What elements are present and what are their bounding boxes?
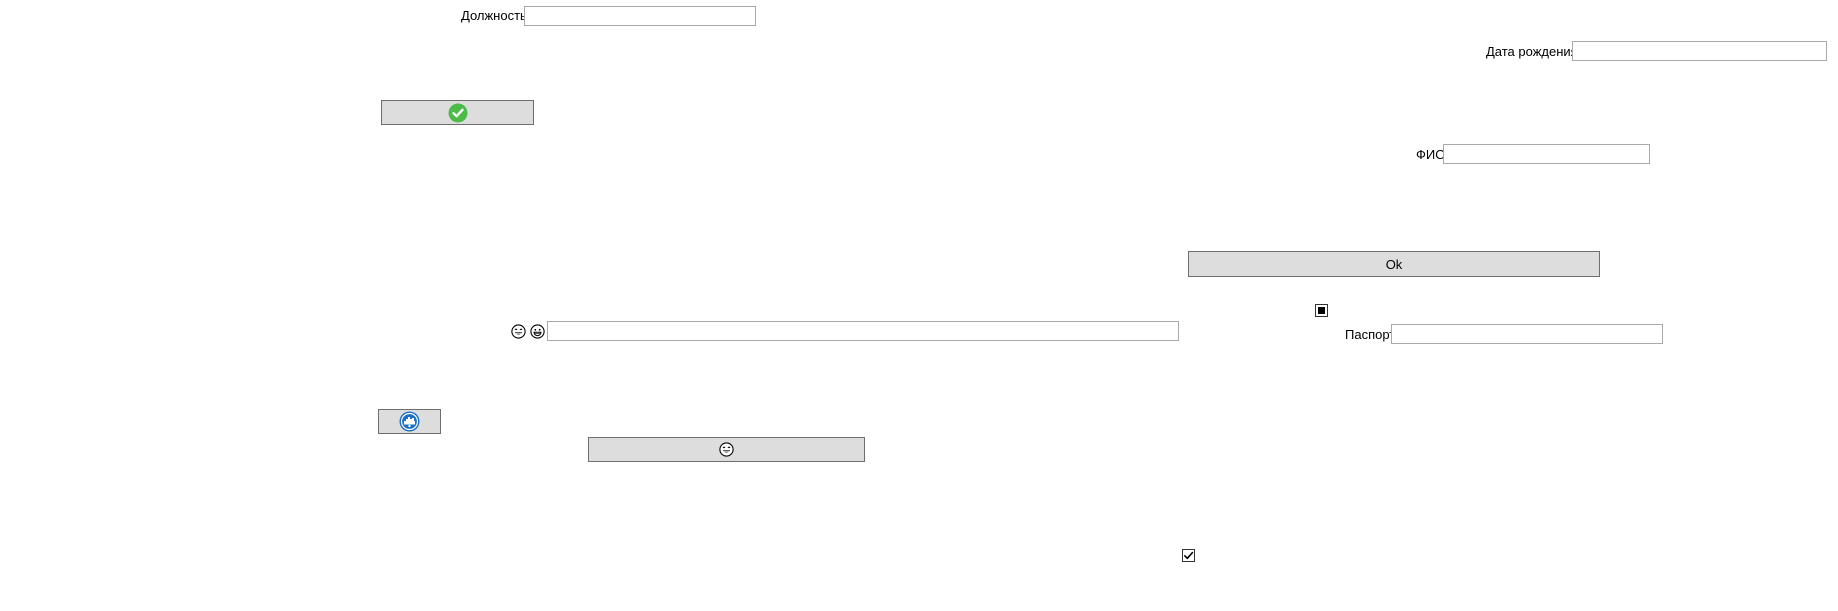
- passport-input[interactable]: [1391, 324, 1663, 344]
- emoji-face-icon: [719, 442, 734, 457]
- emoji-text-input[interactable]: [547, 321, 1179, 341]
- fio-input[interactable]: [1443, 144, 1650, 164]
- position-input[interactable]: [524, 6, 756, 26]
- grin-face-icon: [530, 324, 545, 339]
- green-check-circle-icon: [448, 103, 468, 123]
- passport-label: Паспорт: [1345, 327, 1396, 342]
- ok-button[interactable]: Ok: [1188, 251, 1600, 277]
- square-checkbox[interactable]: [1315, 304, 1328, 317]
- steam-button[interactable]: [378, 409, 441, 434]
- indeterminate-mark: [1318, 307, 1325, 314]
- emoji-face-icon: [511, 324, 526, 339]
- emoji-button[interactable]: [588, 437, 865, 462]
- checked-checkbox[interactable]: [1182, 549, 1195, 562]
- fio-label: ФИО: [1416, 147, 1446, 162]
- confirm-button[interactable]: [381, 100, 534, 125]
- blue-steam-icon: [399, 411, 420, 432]
- birthdate-label: Дата рождения: [1486, 44, 1578, 59]
- birthdate-input[interactable]: [1572, 41, 1827, 61]
- position-label: Должность: [461, 8, 527, 23]
- checkmark-icon: [1183, 550, 1194, 561]
